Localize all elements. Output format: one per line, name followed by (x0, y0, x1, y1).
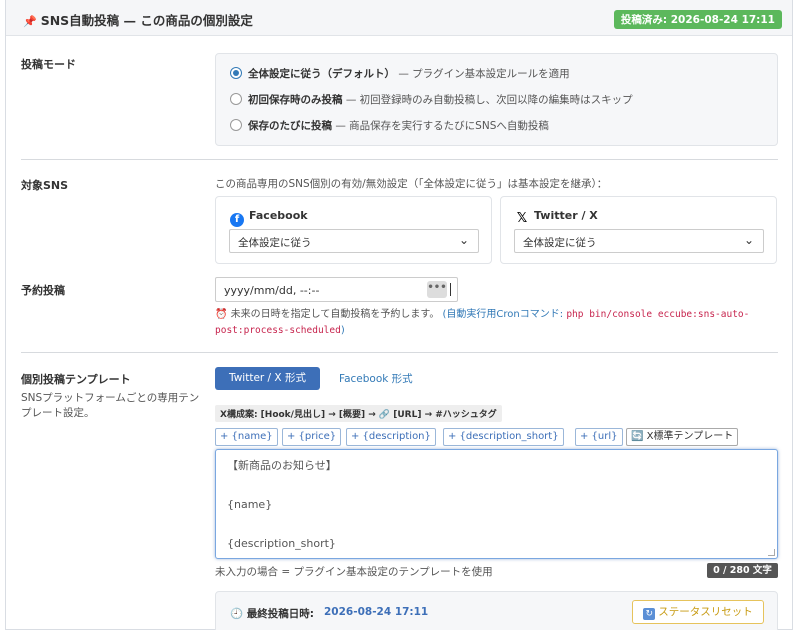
x-standard-template-button[interactable]: 🔄 X標準テンプレート (626, 428, 739, 446)
radio-icon[interactable] (230, 93, 242, 105)
alarm-clock-icon: ⏰ (215, 309, 228, 320)
status-reset-button[interactable]: ↻ ステータスリセット (632, 600, 764, 624)
mode-option-default[interactable]: 全体設定に従う（デフォルト） — プラグイン基本設定ルールを適用 (230, 66, 570, 81)
mode-label: 投稿モード (21, 58, 76, 71)
last-post-datetime: 2026-08-24 17:11 (324, 606, 429, 618)
insert-url-button[interactable]: + {url} (575, 428, 623, 446)
radio-selected-icon[interactable] (230, 67, 242, 79)
structure-hint: X構成案: [Hook/見出し] → [概要] → 🔗 [URL] → #ハッシ… (215, 405, 502, 422)
facebook-select[interactable]: 全体設定に従う ⌄ (229, 229, 479, 253)
x-card: 𝕏 Twitter / X 全体設定に従う ⌄ (500, 196, 777, 264)
last-post-box: 🕘 最終投稿日時: 2026-08-24 17:11 ↻ ステータスリセット (215, 591, 778, 630)
divider (21, 159, 778, 160)
template-sublabel: SNSプラットフォームごとの専用テンプレート設定。 (21, 392, 200, 419)
template-help: 未入力の場合 = プラグイン基本設定のテンプレートを使用 (215, 566, 493, 578)
panel-header: 📌 SNS自動投稿 — この商品の個別設定 投稿済み: 2026-08-24 17… (6, 0, 792, 36)
chevron-down-icon: ⌄ (743, 233, 754, 247)
schedule-label: 予約投稿 (21, 284, 65, 297)
calendar-icon[interactable]: ••• (427, 281, 447, 298)
tab-facebook[interactable]: Facebook 形式 (339, 371, 413, 386)
pin-icon: 📌 (23, 15, 37, 28)
facebook-card: f Facebook 全体設定に従う ⌄ (215, 196, 492, 264)
chevron-down-icon: ⌄ (458, 233, 469, 247)
insert-description-short-button[interactable]: + {description_short} (443, 428, 564, 446)
clock-icon: 🕘 (230, 608, 244, 620)
resize-handle[interactable] (768, 549, 775, 556)
radio-icon[interactable] (230, 119, 242, 131)
insert-description-button[interactable]: + {description} (346, 428, 436, 446)
facebook-icon: f (230, 213, 244, 227)
target-sns-label: 対象SNS (21, 179, 69, 192)
mode-options-box: 全体設定に従う（デフォルト） — プラグイン基本設定ルールを適用 初回保存時のみ… (215, 53, 778, 146)
schedule-datetime-input[interactable]: yyyy/mm/dd, --:-- ••• (215, 277, 458, 302)
insert-name-button[interactable]: + {name} (215, 428, 278, 446)
target-sns-hint: この商品専用のSNS個別の有効/無効設定（「全体設定に従う」は基本設定を継承）： (215, 178, 608, 190)
sns-auto-post-panel: 📌 SNS自動投稿 — この商品の個別設定 投稿済み: 2026-08-24 17… (5, 0, 793, 630)
schedule-help: ⏰ 未来の日時を指定して自動投稿を予約します。 (自動実行用Cronコマンド: … (215, 309, 750, 336)
tab-twitter-x[interactable]: Twitter / X 形式 (215, 367, 320, 390)
mode-option-first-save[interactable]: 初回保存時のみ投稿 — 初回登録時のみ自動投稿し、次回以降の編集時はスキップ (230, 92, 633, 107)
character-counter: 0 / 280 文字 (707, 563, 778, 578)
mode-option-every-save[interactable]: 保存のたびに投稿 — 商品保存を実行するたびにSNSへ自動投稿 (230, 118, 549, 133)
status-badge: 投稿済み: 2026-08-24 17:11 (613, 10, 782, 29)
panel-title: 📌 SNS自動投稿 — この商品の個別設定 (23, 13, 253, 28)
template-textarea[interactable]: 【新商品のお知らせ】 {name} {description_short} (215, 449, 778, 559)
refresh-icon: ↻ (643, 608, 656, 620)
insert-price-button[interactable]: + {price} (282, 428, 342, 446)
refresh-icon: 🔄 (631, 431, 644, 442)
template-label: 個別投稿テンプレート (21, 373, 131, 386)
x-icon: 𝕏 (516, 211, 528, 226)
divider (21, 352, 778, 353)
x-select[interactable]: 全体設定に従う ⌄ (514, 229, 764, 253)
